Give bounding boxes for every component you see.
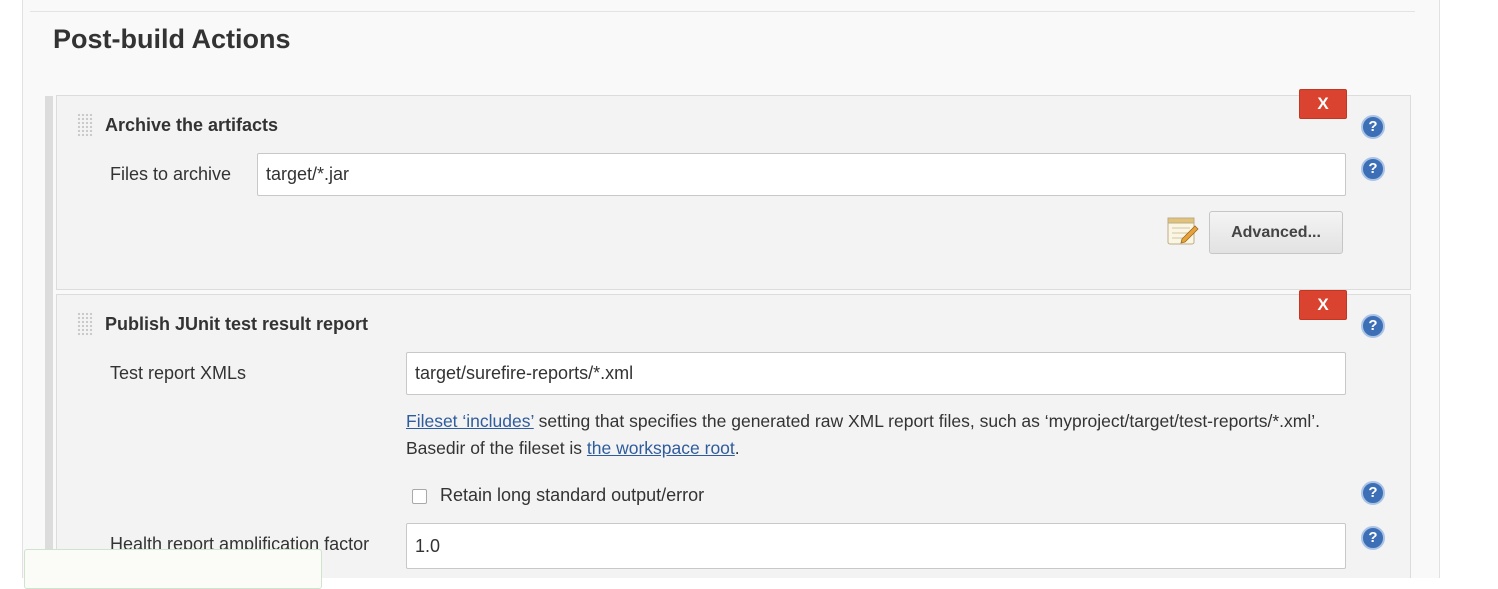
help-icon[interactable]: ? [1361, 314, 1385, 338]
help-icon[interactable]: ? [1361, 526, 1385, 550]
section-title: Post-build Actions [53, 24, 291, 54]
drag-handle-icon[interactable] [77, 113, 93, 137]
help-icon[interactable]: ? [1361, 157, 1385, 181]
archive-artifacts-title: Archive the artifacts [105, 115, 279, 135]
workspace-root-link[interactable]: the workspace root [587, 438, 735, 458]
delete-junit-button[interactable]: X [1299, 290, 1347, 320]
notepad-icon[interactable] [1165, 213, 1199, 247]
notification-bar [24, 549, 322, 589]
test-report-xmls-input[interactable] [406, 352, 1346, 395]
health-factor-input[interactable] [406, 523, 1346, 569]
help-icon[interactable]: ? [1361, 115, 1385, 139]
delete-archive-button[interactable]: X [1299, 89, 1347, 119]
help-icon[interactable]: ? [1361, 481, 1385, 505]
retain-output-checkbox[interactable] [412, 489, 427, 504]
description-end: . [734, 438, 740, 458]
test-report-description: Fileset ‘includes’ setting that specifie… [406, 408, 1346, 462]
fileset-includes-link[interactable]: Fileset ‘includes’ [406, 411, 534, 431]
advanced-button[interactable]: Advanced... [1209, 211, 1343, 254]
divider [30, 11, 1415, 12]
files-to-archive-label: Files to archive [110, 164, 232, 184]
drag-handle-icon[interactable] [77, 312, 93, 336]
files-to-archive-input[interactable] [257, 153, 1346, 196]
retain-output-label[interactable]: Retain long standard output/error [440, 485, 704, 506]
section-indent-bar [45, 96, 53, 578]
description-text: setting that specifies the generated raw… [406, 411, 1320, 458]
test-report-xmls-label: Test report XMLs [110, 363, 247, 383]
publish-junit-title: Publish JUnit test result report [105, 314, 369, 334]
